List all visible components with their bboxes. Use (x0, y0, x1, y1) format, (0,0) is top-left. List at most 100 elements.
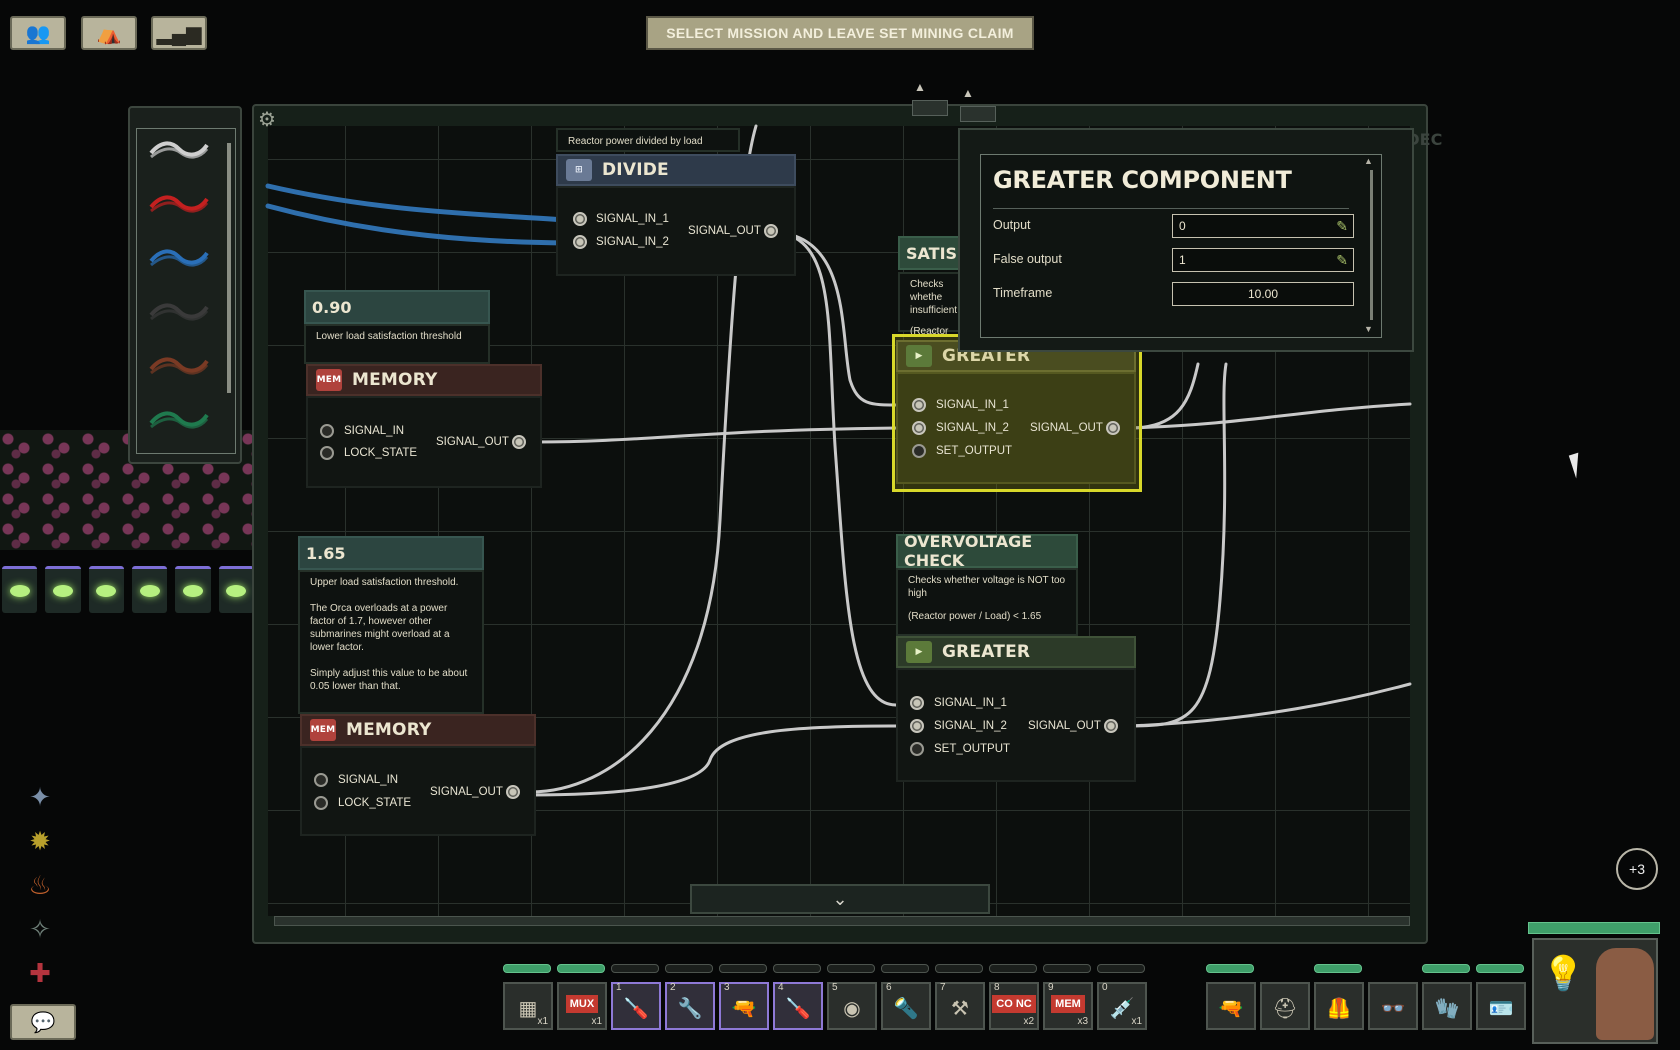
overvoltage-set-port[interactable] (910, 742, 924, 756)
false-output-field[interactable]: 1 ✎ (1172, 248, 1354, 272)
divide-header[interactable]: ⊞ DIVIDE (556, 154, 796, 186)
equipment-slot[interactable]: 🔫 (1206, 982, 1256, 1030)
condition-bar (827, 964, 875, 973)
armor-vest-icon: 🦺 (1326, 998, 1352, 1020)
condition-bar (1476, 964, 1524, 973)
overvoltage-description: Checks whether voltage is NOT too high (… (896, 568, 1078, 636)
slot-number: 4 (778, 982, 784, 993)
talent-electrical-icon[interactable]: ✦ (20, 778, 60, 816)
memory-low-value-header[interactable]: 0.90 (304, 290, 490, 324)
condition-bar (989, 964, 1037, 973)
greater-selected-out-port[interactable] (1106, 421, 1120, 435)
greater-selected-in1-port[interactable] (912, 398, 926, 412)
hotbar-slot[interactable]: 3 🔫 (719, 982, 769, 1030)
equipment-slot[interactable]: 👓 (1368, 982, 1418, 1030)
memory-high-in-port[interactable] (314, 773, 328, 787)
hotbar-slot[interactable]: MUX x1 (557, 982, 607, 1030)
condition-bar (773, 964, 821, 973)
condition-bar (1314, 964, 1362, 973)
output-field[interactable]: 0 ✎ (1172, 214, 1354, 238)
condition-bar (665, 964, 713, 973)
welding-tool-icon: ⚒ (951, 998, 969, 1020)
memory-low-out-label: SIGNAL_OUT (436, 436, 509, 448)
memory-high-out-port[interactable] (506, 785, 520, 799)
memory-low-header[interactable]: MEM MEMORY (306, 364, 542, 396)
hotbar-slot[interactable]: 9 MEM x3 (1043, 982, 1093, 1030)
equipment-slot[interactable]: 🦺 (1314, 982, 1364, 1030)
pencil-icon[interactable]: ✎ (1336, 252, 1348, 269)
divide-title: DIVIDE (602, 160, 669, 180)
hotbar-slot[interactable]: 0 💉 x1 (1097, 982, 1147, 1030)
memory-low-title: MEMORY (352, 370, 438, 390)
divide-in1-port[interactable] (573, 212, 587, 226)
slot-number: 6 (886, 982, 892, 993)
memory-high-lock-label: LOCK_STATE (338, 797, 412, 809)
hotbar-slot[interactable]: 2 🔧 (665, 982, 715, 1030)
memory-high-value-header[interactable]: 1.65 (298, 536, 484, 570)
greater-selected-set-port[interactable] (912, 444, 926, 458)
output-label: Output (993, 218, 1031, 232)
slot-number: 8 (994, 982, 1000, 993)
divide-in2-port[interactable] (573, 235, 587, 249)
popup-divider (993, 208, 1349, 209)
character-portrait[interactable]: 💡 (1532, 938, 1658, 1044)
talent-medical-icon[interactable]: ✚ (20, 954, 60, 992)
chat-button[interactable]: 💬 (10, 1004, 76, 1040)
memory-low-out-port[interactable] (512, 435, 526, 449)
overvoltage-in2-port[interactable] (910, 719, 924, 733)
divide-out-label: SIGNAL_OUT (688, 225, 761, 237)
memory-low-lock-port[interactable] (320, 446, 334, 460)
memory-high-header[interactable]: MEM MEMORY (300, 714, 536, 746)
popup-scroll-down-icon[interactable]: ▼ (1364, 324, 1373, 334)
greater-selected-in1-label: SIGNAL_IN_1 (936, 399, 1009, 411)
pencil-icon[interactable]: ✎ (1336, 218, 1348, 235)
wrench-icon: 🔧 (677, 998, 703, 1020)
hotbar-slot[interactable]: 8 CO NC x2 (989, 982, 1039, 1030)
collapse-panel-button[interactable]: ⌄ (690, 884, 990, 914)
greater-play-icon: ▶ (906, 345, 932, 367)
overvoltage-greater-title: GREATER (942, 642, 1031, 662)
slot-number: 1 (616, 982, 622, 993)
talent-fire-icon[interactable]: ♨ (20, 866, 60, 904)
timeframe-field[interactable]: 10.00 (1172, 282, 1354, 306)
slot-number: 9 (1048, 982, 1054, 993)
greater-selected-in2-port[interactable] (912, 421, 926, 435)
chat-icon: 💬 (30, 1011, 56, 1034)
condition-bar (557, 964, 605, 973)
condition-bar (881, 964, 929, 973)
equipment-slot[interactable]: 🧤 (1422, 982, 1472, 1030)
slot-count: x2 (1023, 1016, 1034, 1027)
diving-mask-icon: ◉ (843, 998, 861, 1020)
flashlight-icon: 🔦 (893, 998, 919, 1020)
memory-high-lock-port[interactable] (314, 796, 328, 810)
notification-badge[interactable]: +3 (1616, 848, 1658, 890)
hotbar-slot[interactable]: 6 🔦 (881, 982, 931, 1030)
popup-scroll-up-icon[interactable]: ▲ (1364, 156, 1373, 166)
popup-scrollbar[interactable] (1370, 170, 1373, 320)
avatar (1596, 948, 1654, 1040)
hotbar-slot[interactable]: 5 ◉ (827, 982, 877, 1030)
divide-out-port[interactable] (764, 224, 778, 238)
divide-icon: ⊞ (566, 159, 592, 181)
equipment-slot[interactable]: 🪪 (1476, 982, 1526, 1030)
overvoltage-header[interactable]: OVERVOLTAGE CHECK (896, 532, 1078, 570)
hotbar-slot[interactable]: 4 🪛 (773, 982, 823, 1030)
electrician-job-icon: 💡 (1542, 955, 1585, 993)
talent-skill-icon[interactable]: ✧ (20, 910, 60, 948)
canvas-horizontal-scrollbar[interactable] (274, 916, 1410, 926)
greater-play-icon: ▶ (906, 641, 932, 663)
overvoltage-out-port[interactable] (1104, 719, 1118, 733)
greater-selected-out-label: SIGNAL_OUT (1030, 422, 1103, 434)
equipment-slot[interactable]: ⛑ (1260, 982, 1310, 1030)
talent-engineering-icon[interactable]: ✹ (20, 822, 60, 860)
condition-bar (935, 964, 983, 973)
overvoltage-in1-port[interactable] (910, 696, 924, 710)
smg-icon: 🔫 (1218, 998, 1244, 1020)
condition-bar (1206, 964, 1254, 973)
memory-low-in-port[interactable] (320, 424, 334, 438)
hotbar-slot[interactable]: 7 ⚒ (935, 982, 985, 1030)
condition-bar (1043, 964, 1091, 973)
overvoltage-greater-header[interactable]: ▶ GREATER (896, 636, 1136, 668)
hotbar-slot[interactable]: ▦ x1 (503, 982, 553, 1030)
hotbar-slot[interactable]: 1 🪛 (611, 982, 661, 1030)
